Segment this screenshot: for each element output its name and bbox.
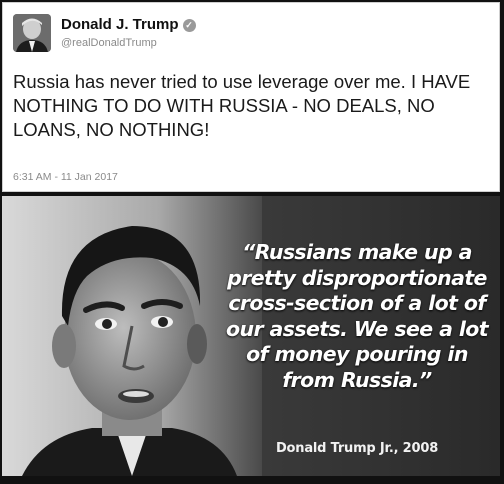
- tweet-timestamp: 6:31 AM - 11 Jan 2017: [13, 171, 118, 183]
- tweet-card: Donald J. Trump ✓ @realDonaldTrump Russia…: [2, 2, 500, 192]
- profile-photo-icon: [13, 14, 51, 52]
- quote-attribution: Donald Trump Jr., 2008: [275, 441, 439, 456]
- author-name: Donald J. Trump ✓: [61, 16, 196, 33]
- author-handle: @realDonaldTrump: [61, 37, 157, 49]
- portrait-photo: [2, 196, 262, 476]
- avatar: [13, 14, 51, 52]
- meme-image: Donald J. Trump ✓ @realDonaldTrump Russia…: [0, 0, 504, 484]
- tweet-text: Russia has never tried to use leverage o…: [13, 71, 471, 140]
- author-name-text: Donald J. Trump: [61, 16, 179, 33]
- quote-panel: “Russians make up a pretty disproportion…: [2, 196, 500, 476]
- quote-text: “Russians make up a pretty disproportion…: [226, 240, 489, 392]
- verified-badge-icon: ✓: [182, 19, 196, 32]
